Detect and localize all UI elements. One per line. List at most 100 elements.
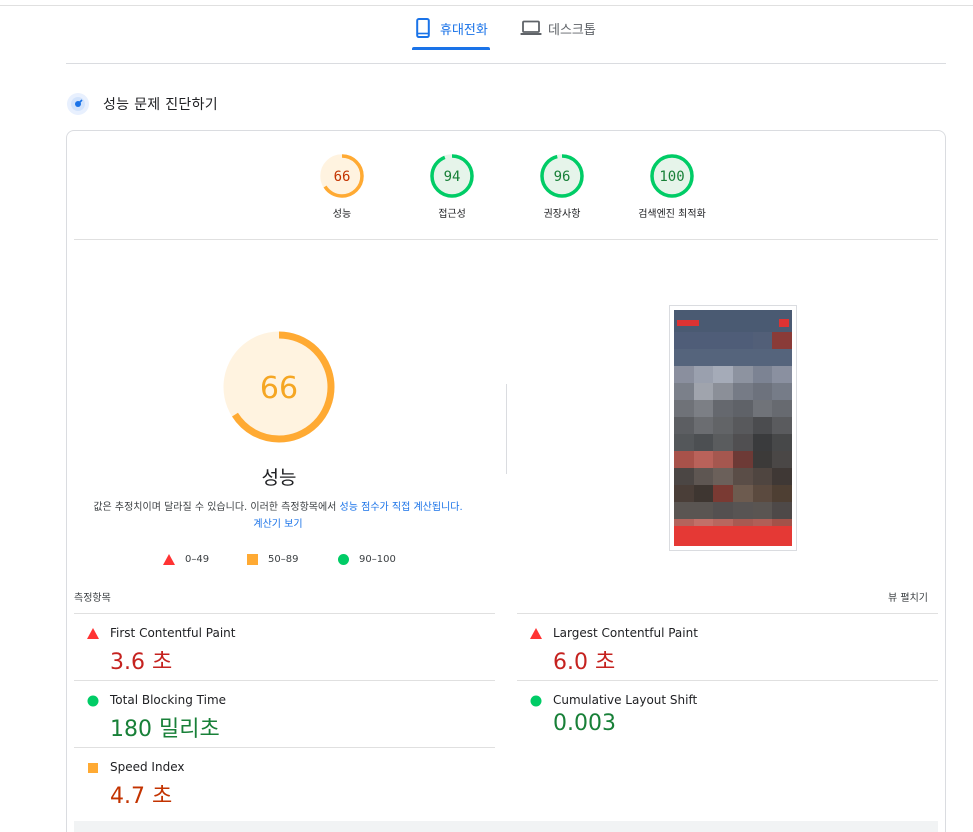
device-tabs: 휴대전화 데스크톱 bbox=[66, 6, 946, 64]
screenshot-pixel bbox=[732, 332, 753, 349]
screenshot-pixel bbox=[674, 451, 694, 468]
metric-name: First Contentful Paint bbox=[110, 626, 236, 640]
screenshot-pixel bbox=[752, 485, 773, 502]
score-legend: 0–49 50–89 90–100 bbox=[163, 554, 423, 570]
screenshot-pixel bbox=[752, 434, 773, 451]
screenshot-pixel bbox=[674, 383, 694, 400]
square-icon bbox=[88, 763, 98, 773]
gauge-accessibility-ring: 94 bbox=[430, 154, 474, 198]
bottom-panel bbox=[74, 821, 938, 832]
screenshot-pixel bbox=[693, 451, 714, 468]
calculator-link[interactable]: 계산기 보기 bbox=[253, 519, 302, 530]
gauge-label: 권장사항 bbox=[543, 209, 581, 220]
screenshot-pixel bbox=[693, 502, 714, 519]
square-icon bbox=[247, 554, 258, 565]
tab-mobile[interactable]: 휴대전화 bbox=[412, 6, 490, 50]
report-card: 66 성능 94 접근성 96 권장사항 100 검색엔진 최적화 66 성능 … bbox=[66, 130, 946, 832]
legend-label: 50–89 bbox=[268, 554, 299, 565]
screenshot-pixel bbox=[732, 349, 753, 366]
screenshot-pixel bbox=[693, 332, 714, 349]
screenshot-pixel bbox=[752, 332, 773, 349]
legend-item-pass: 90–100 bbox=[338, 554, 396, 565]
tab-desktop[interactable]: 데스크톱 bbox=[520, 6, 610, 50]
triangle-icon bbox=[87, 628, 99, 639]
laptop-icon bbox=[520, 17, 542, 39]
screenshot-pixel bbox=[674, 468, 694, 485]
screenshot-image bbox=[674, 310, 792, 546]
legend-label: 90–100 bbox=[359, 554, 396, 565]
screenshot-pixel bbox=[713, 349, 733, 366]
legend-item-average: 50–89 bbox=[247, 554, 298, 565]
screenshot-logo bbox=[677, 320, 699, 326]
screenshot-pixel bbox=[772, 468, 792, 485]
screenshot-pixel bbox=[772, 400, 792, 417]
screenshot-pixel bbox=[674, 434, 694, 451]
divider bbox=[74, 239, 938, 240]
metric-name: Total Blocking Time bbox=[110, 693, 227, 707]
svg-text:66: 66 bbox=[334, 169, 351, 185]
triangle-icon bbox=[530, 628, 542, 639]
screenshot-pixel bbox=[732, 383, 753, 400]
screenshot-pixel bbox=[732, 417, 753, 434]
gauge-label: 성능 bbox=[332, 209, 352, 220]
screenshot-pixel bbox=[732, 502, 753, 519]
screenshot-pixel bbox=[674, 366, 694, 383]
metric-lcp: Largest Contentful Paint 6.0 초 bbox=[517, 613, 938, 680]
diagnose-header: 성능 문제 진단하기 bbox=[66, 91, 218, 117]
gauge-performance-ring: 66 bbox=[320, 154, 364, 198]
circle-icon bbox=[530, 695, 542, 707]
metrics-title: 측정항목 bbox=[74, 593, 111, 604]
screenshot-pixel bbox=[693, 485, 714, 502]
gauge-seo-ring: 100 bbox=[650, 154, 694, 198]
final-screenshot[interactable] bbox=[669, 305, 797, 551]
performance-score: 66 bbox=[260, 371, 298, 406]
screenshot-pixel bbox=[772, 417, 792, 434]
tab-desktop-label: 데스크톱 bbox=[548, 22, 596, 38]
screenshot-pixel bbox=[674, 400, 694, 417]
score-calculation-link[interactable]: 성능 점수가 직접 계산됩니다. bbox=[340, 502, 463, 513]
screenshot-pixel bbox=[732, 451, 753, 468]
screenshot-pixel bbox=[693, 383, 714, 400]
metric-value: 4.7 초 bbox=[110, 784, 173, 809]
gauge-best-practices[interactable]: 96 권장사항 bbox=[507, 153, 617, 220]
screenshot-pixel bbox=[693, 349, 714, 366]
screenshot-pixel bbox=[713, 366, 733, 383]
screenshot-pixel bbox=[732, 366, 753, 383]
svg-text:96: 96 bbox=[554, 169, 571, 185]
screenshot-pixel bbox=[772, 332, 792, 349]
screenshot-pixel bbox=[772, 451, 792, 468]
screenshot-pixel bbox=[674, 502, 694, 519]
metric-value: 0.003 bbox=[553, 711, 616, 736]
metric-name: Cumulative Layout Shift bbox=[553, 693, 698, 707]
gauge-accessibility[interactable]: 94 접근성 bbox=[397, 153, 507, 220]
vertical-divider bbox=[506, 384, 507, 474]
category-gauges: 66 성능 94 접근성 96 권장사항 100 검색엔진 최적화 bbox=[67, 131, 947, 241]
screenshot-pixel bbox=[752, 383, 773, 400]
metric-tbt: Total Blocking Time 180 밀리초 bbox=[74, 680, 495, 747]
lighthouse-icon bbox=[66, 92, 90, 116]
tab-mobile-label: 휴대전화 bbox=[440, 22, 488, 38]
screenshot-pixel bbox=[732, 400, 753, 417]
expand-view-button[interactable]: 뷰 펼치기 bbox=[888, 589, 928, 604]
performance-big-gauge: 66 bbox=[223, 331, 335, 443]
screenshot-pixel bbox=[693, 468, 714, 485]
screenshot-pixel bbox=[674, 332, 694, 349]
metric-name: Largest Contentful Paint bbox=[553, 626, 698, 640]
screenshot-pixel bbox=[752, 349, 773, 366]
gauge-best-practices-ring: 96 bbox=[540, 154, 584, 198]
screenshot-pixel bbox=[752, 366, 773, 383]
metric-cls: Cumulative Layout Shift 0.003 bbox=[517, 680, 938, 747]
gauge-label: 검색엔진 최적화 bbox=[638, 209, 706, 220]
performance-title: 성능 bbox=[261, 467, 297, 489]
screenshot-pixel bbox=[674, 417, 694, 434]
gauge-seo[interactable]: 100 검색엔진 최적화 bbox=[617, 153, 727, 220]
screenshot-pixel bbox=[713, 502, 733, 519]
screenshot-pixel bbox=[732, 485, 753, 502]
screenshot-pixel bbox=[752, 451, 773, 468]
description-text: 값은 추정치이며 달라질 수 있습니다. 이러한 측정항목에서 bbox=[93, 502, 340, 513]
screenshot-pixel bbox=[713, 400, 733, 417]
screenshot-pixel bbox=[713, 417, 733, 434]
screenshot-pixel bbox=[693, 434, 714, 451]
gauge-performance[interactable]: 66 성능 bbox=[287, 153, 397, 220]
screenshot-pixel bbox=[693, 400, 714, 417]
